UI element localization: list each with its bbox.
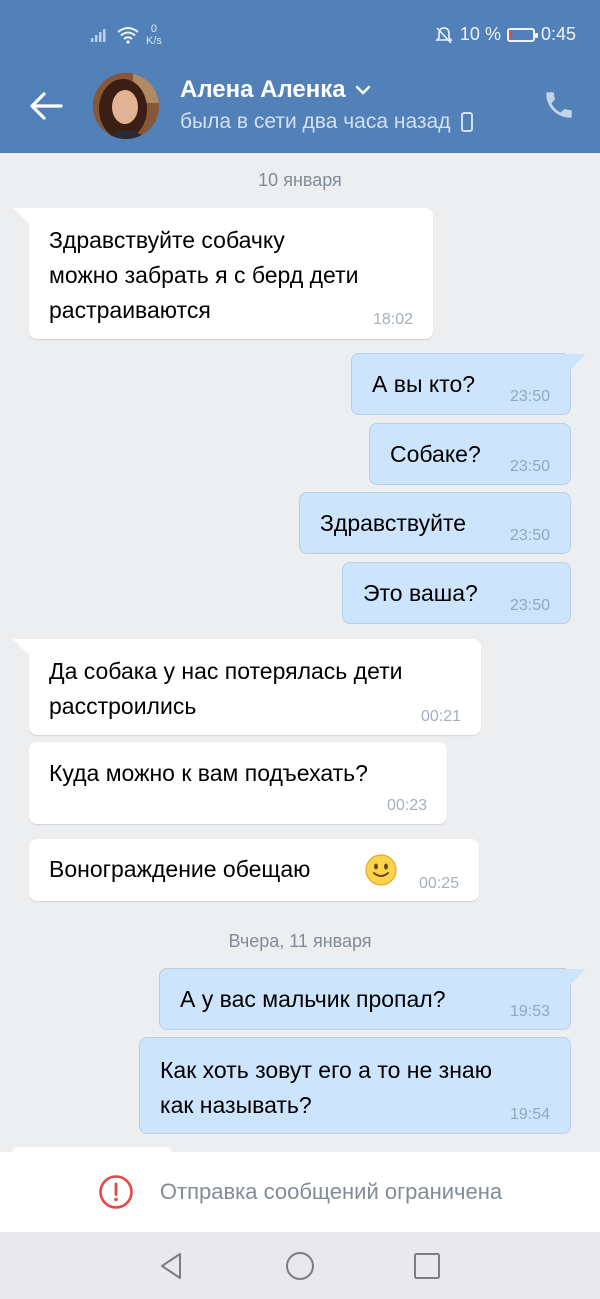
avatar-photo (93, 73, 159, 139)
message-outgoing[interactable]: Здравствуйте 23:50 (299, 492, 571, 554)
message-incoming[interactable]: Здравствуйте собачку можно забрать я с б… (13, 208, 433, 339)
contact-name: Алена Аленка (180, 76, 346, 103)
nav-back-icon[interactable] (156, 1250, 188, 1282)
message-incoming[interactable]: Да собака у нас потерялась дети расстрои… (13, 639, 481, 735)
clock: 0:45 (540, 24, 576, 44)
nav-home-icon[interactable] (284, 1250, 316, 1282)
warning-circle-icon (99, 1175, 133, 1209)
phone-icon[interactable] (542, 88, 576, 122)
back-arrow-icon (30, 92, 63, 120)
message-time: 23:50 (509, 527, 550, 544)
back-button[interactable] (28, 88, 64, 124)
message-text: Собаке? (390, 441, 481, 467)
composer-restricted-bar: Отправка сообщений ограничена (0, 1152, 600, 1232)
message-text: Это ваша? (363, 580, 478, 606)
message-time: 18:02 (372, 311, 413, 328)
message-outgoing[interactable]: Это ваша? 23:50 (342, 562, 571, 624)
date-separator: 10 января (258, 170, 342, 190)
message-text: Здравствуйте собачку можно забрать я с б… (49, 227, 359, 323)
nav-recents-icon[interactable] (411, 1250, 443, 1282)
message-time: 00:21 (420, 708, 461, 725)
message-outgoing[interactable]: Как хоть зовут его а то не знаю как назы… (139, 1037, 571, 1134)
signal-icon (91, 29, 106, 42)
message-time: 00:25 (418, 875, 459, 892)
status-bar-left: 0 K/s (90, 20, 162, 50)
message-text: А у вас мальчик пропал? (180, 986, 446, 1012)
message-time: 23:50 (509, 458, 550, 475)
message-time: 23:50 (509, 597, 550, 614)
message-text: Да собака у нас потерялась дети расстрои… (49, 658, 403, 719)
chat-header: 0 K/s 10 % 0:45 Алена Аленка была в сети… (0, 0, 600, 153)
smile-emoji-icon (365, 854, 397, 886)
last-seen-text: была в сети два часа назад (180, 110, 451, 133)
message-outgoing[interactable]: Собаке? 23:50 (369, 423, 571, 485)
message-time: 23:50 (509, 388, 550, 405)
network-speed: 0 K/s (146, 23, 162, 47)
message-time: 00:23 (386, 797, 427, 814)
network-speed-unit: K/s (146, 35, 162, 47)
message-incoming[interactable]: Вонограждение обещаю 00:25 (29, 839, 479, 901)
message-text: Здравствуйте (320, 510, 467, 536)
mobile-icon (461, 112, 474, 132)
restriction-text: Отправка сообщений ограничена (159, 1179, 503, 1204)
message-text: А вы кто? (372, 371, 476, 397)
message-incoming[interactable]: Куда можно к вам подъехать? 00:23 (29, 742, 447, 824)
contact-name-row[interactable]: Алена Аленка (180, 76, 372, 104)
status-bar-right: 10 % 0:45 (434, 24, 576, 45)
message-text: Куда можно к вам подъехать? (49, 760, 368, 786)
mute-bell-icon (434, 26, 453, 44)
date-separator: Вчера, 11 января (228, 931, 372, 951)
network-speed-value: 0 (150, 23, 158, 35)
avatar[interactable] (93, 73, 159, 139)
message-outgoing[interactable]: А у вас мальчик пропал? 19:53 (159, 968, 586, 1030)
wifi-icon (117, 27, 139, 44)
message-time: 19:54 (509, 1106, 550, 1123)
message-text: Вонограждение обещаю (49, 856, 311, 882)
battery-icon (506, 27, 538, 42)
message-text: Как хоть зовут его а то не знаю как назы… (160, 1057, 492, 1118)
battery-percent: 10 % (459, 24, 501, 44)
message-time: 19:53 (509, 1003, 550, 1020)
contact-status: была в сети два часа назад (180, 110, 474, 134)
message-outgoing[interactable]: А вы кто? 23:50 (351, 353, 586, 415)
system-nav-bar (0, 1232, 600, 1299)
chevron-down-icon (355, 85, 370, 95)
